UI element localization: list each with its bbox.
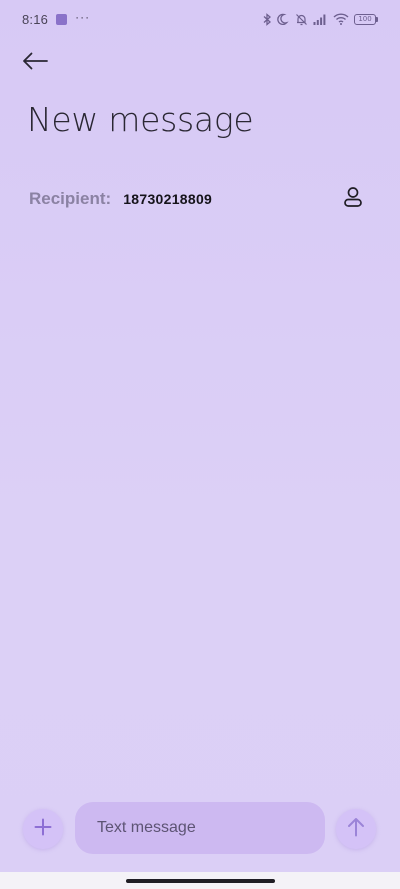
signal-icon	[313, 13, 328, 25]
message-input[interactable]	[97, 819, 325, 837]
notification-square-icon	[56, 13, 68, 25]
home-indicator[interactable]	[126, 879, 275, 883]
status-left: 8:16 ···	[22, 10, 91, 27]
battery-icon: 100	[354, 13, 378, 25]
recipient-label: Recipient:	[29, 189, 112, 208]
recipient-input[interactable]	[123, 191, 338, 207]
status-right: 100	[262, 12, 378, 26]
status-time: 8:16	[22, 11, 49, 27]
recipient-row: Recipient:	[29, 185, 374, 213]
contact-picker-button[interactable]	[338, 184, 368, 214]
page-title: New message	[27, 100, 254, 139]
wifi-icon	[333, 13, 349, 25]
plus-icon	[34, 818, 52, 841]
message-composer	[0, 800, 400, 858]
battery-level: 100	[354, 13, 376, 25]
bluetooth-icon	[262, 12, 272, 26]
status-bar: 8:16 ··· 100	[0, 0, 400, 38]
status-overflow: ···	[75, 10, 91, 24]
bell-off-icon	[295, 13, 308, 26]
back-button[interactable]	[18, 48, 52, 78]
add-attachment-button[interactable]	[23, 809, 63, 849]
moon-icon	[277, 13, 290, 26]
person-icon	[343, 186, 363, 213]
send-button[interactable]	[336, 809, 376, 849]
message-field[interactable]	[75, 802, 325, 854]
arrow-up-icon	[347, 817, 365, 842]
navigation-bar	[0, 872, 400, 889]
battery-tip	[376, 16, 378, 22]
arrow-left-icon	[22, 52, 48, 75]
